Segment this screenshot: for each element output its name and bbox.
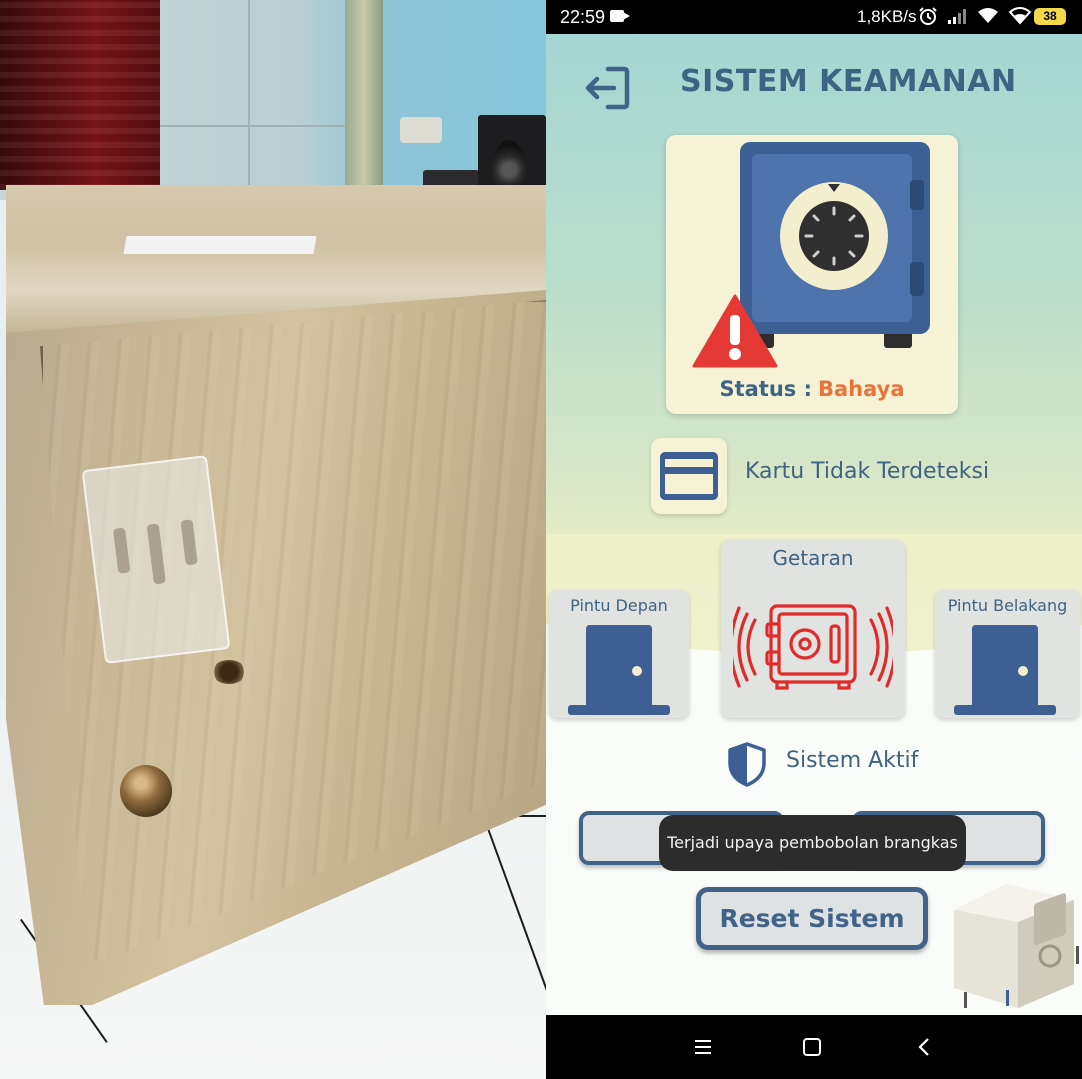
video-record-icon [610, 10, 630, 22]
sensor-label: Pintu Depan [570, 596, 668, 615]
sensor-front-door: Pintu Depan [549, 590, 689, 718]
status-card: Status : Bahaya [666, 135, 958, 414]
back-arrow-icon[interactable] [584, 63, 634, 113]
warning-icon [692, 294, 778, 368]
battery-indicator: 38 [1034, 8, 1066, 25]
toast-message: Terjadi upaya pembobolan brangkas [659, 815, 966, 871]
signal-icon [948, 9, 966, 24]
card-holder-slot [112, 527, 131, 574]
card-holder-slot [146, 523, 166, 585]
page-title: SISTEM KEAMANAN [680, 64, 1017, 99]
system-status-text: Sistem Aktif [786, 748, 919, 773]
sensor-label: Getaran [772, 546, 854, 570]
status-time: 22:59 [560, 7, 606, 27]
status-label: Status : [719, 377, 812, 401]
status-icons [918, 6, 1032, 26]
camera-photo [0, 0, 546, 1079]
card-holder [81, 455, 231, 664]
wifi-icon [978, 8, 998, 23]
sensor-back-door: Pintu Belakang [935, 590, 1080, 718]
tile-grout [248, 0, 250, 190]
plant [345, 0, 383, 200]
sensor-label: Pintu Belakang [947, 596, 1068, 615]
navigation-bar [546, 1015, 1082, 1079]
door-knob [120, 765, 172, 817]
sensor-vibration: Getaran [721, 540, 905, 718]
card-holder-slot [180, 519, 198, 566]
shield-icon [728, 742, 766, 787]
card-on-box [123, 236, 317, 254]
home-icon[interactable] [797, 1033, 827, 1061]
status-bar: 22:59 1,8KB/s 38 [546, 0, 1082, 34]
credit-card-icon [660, 452, 718, 500]
wood-knot [212, 660, 246, 684]
tile-grout [160, 125, 350, 127]
alarm-icon [919, 7, 937, 25]
vibrating-safe-icon [733, 604, 893, 690]
door-icon [954, 625, 1056, 715]
vault-illustration [954, 884, 1079, 1008]
phone-screen: 22:59 1,8KB/s 38 SISTEM KEAMANAN Status … [546, 0, 1082, 1079]
net-speed: 1,8KB/s [857, 7, 917, 26]
wifi-icon-2 [1008, 7, 1032, 25]
status-value: Bahaya [818, 377, 905, 401]
card-status-text: Kartu Tidak Terdeteksi [745, 459, 990, 484]
card-indicator [651, 438, 727, 514]
red-door [0, 0, 160, 190]
back-icon[interactable] [910, 1033, 940, 1061]
menu-icon[interactable] [688, 1033, 718, 1061]
door-icon [568, 625, 670, 715]
wall-socket [400, 117, 442, 143]
status-line: Status : Bahaya [666, 377, 958, 401]
reset-system-button[interactable]: Reset Sistem [696, 887, 928, 950]
